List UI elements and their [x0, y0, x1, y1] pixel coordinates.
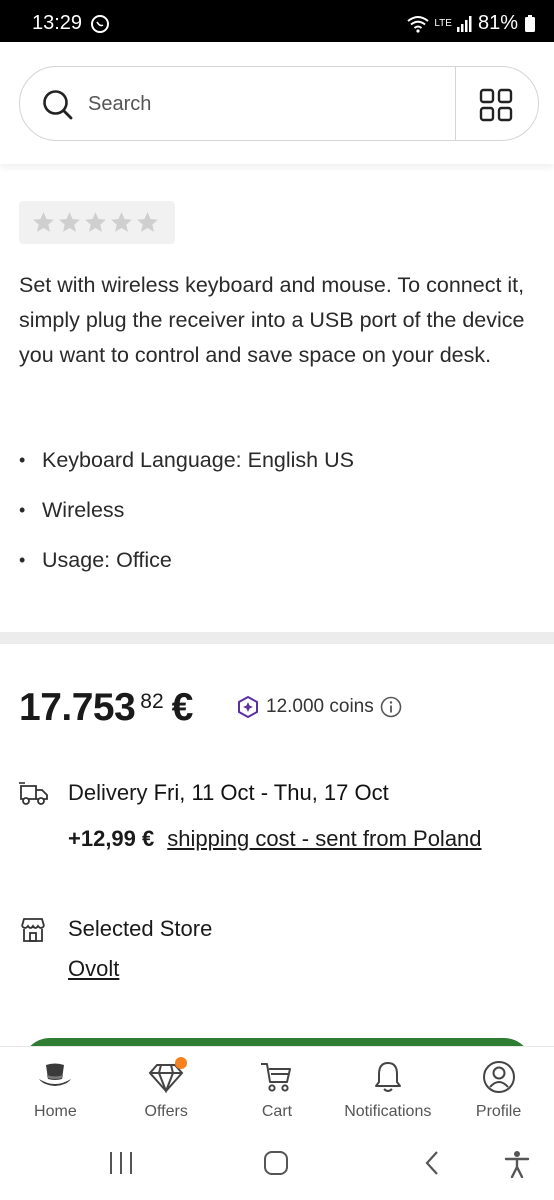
bullet-icon: • — [19, 449, 26, 470]
battery-level: 81% — [477, 12, 518, 34]
grid-icon — [479, 88, 513, 122]
feature-text: Keyboard Language: English US — [42, 447, 354, 472]
info-icon[interactable] — [380, 696, 402, 718]
notification-badge — [174, 1057, 187, 1069]
coins-text: 12.000 coins — [266, 696, 374, 717]
nav-item-offers[interactable]: Offers — [111, 1047, 222, 1130]
home-system-button[interactable] — [263, 1150, 289, 1181]
nav-label: Notifications — [344, 1103, 432, 1120]
cart-icon — [259, 1059, 295, 1095]
wifi-icon — [407, 15, 429, 33]
price-main: 17.753 — [19, 686, 136, 729]
nav-item-cart[interactable]: Cart — [222, 1047, 333, 1130]
shipping-price: +12,99 € — [68, 826, 155, 851]
section-divider — [0, 632, 554, 644]
signal-icons: LTE — [406, 15, 472, 33]
hat-icon — [37, 1059, 73, 1095]
back-system-button[interactable] — [420, 1150, 446, 1181]
nav-label: Offers — [144, 1103, 188, 1120]
home-circle-icon — [264, 1151, 288, 1175]
system-nav-bar — [0, 1130, 554, 1200]
nav-item-profile[interactable]: Profile — [443, 1047, 554, 1130]
list-item: • Keyboard Language: English US — [19, 435, 354, 485]
bottom-nav: Home Offers Cart Notifications Profile — [0, 1046, 554, 1130]
status-right: LTE 81% — [406, 12, 536, 35]
price-currency: € — [171, 686, 194, 729]
selected-store-label: Selected Store — [68, 916, 213, 941]
search-icon[interactable] — [42, 89, 74, 126]
delivery-label: Delivery — [68, 780, 148, 805]
nav-label: Home — [34, 1103, 77, 1120]
bell-icon — [372, 1059, 404, 1095]
store-icon — [19, 916, 47, 949]
nav-item-home[interactable]: Home — [0, 1047, 111, 1130]
profile-icon — [482, 1059, 516, 1095]
search-header — [0, 42, 554, 164]
search-input[interactable] — [88, 89, 448, 119]
star-icon — [33, 212, 54, 232]
search-divider — [455, 67, 456, 140]
delivery-dates: Fri, 11 Oct - Thu, 17 Oct — [153, 780, 389, 805]
star-icon — [111, 212, 132, 232]
status-time: 13:29 — [32, 12, 83, 34]
rating-stars[interactable] — [19, 201, 175, 244]
accessibility-icon — [504, 1151, 530, 1179]
status-bar: 13:29 LTE 81% — [0, 0, 554, 42]
feature-text: Usage: Office — [42, 547, 172, 572]
back-chevron-icon — [425, 1151, 438, 1175]
star-icon — [85, 212, 106, 232]
list-item: • Usage: Office — [19, 535, 354, 585]
nav-label: Profile — [475, 1103, 522, 1120]
coins-reward: 12.000 coins — [236, 695, 402, 719]
delivery-info: Delivery Fri, 11 Oct - Thu, 17 Oct — [68, 780, 389, 806]
bullet-icon: • — [19, 549, 26, 570]
star-icon — [59, 212, 80, 232]
price: 17.753 82 € — [19, 686, 193, 730]
nav-label: Cart — [261, 1103, 293, 1120]
list-item: • Wireless — [19, 485, 354, 535]
star-icon — [137, 212, 158, 232]
categories-grid-button[interactable] — [478, 87, 514, 123]
shipping-info: +12,99 € shipping cost - sent from Polan… — [68, 826, 482, 852]
store-name-link[interactable]: Ovolt — [68, 956, 119, 982]
recent-apps-icon — [110, 1152, 132, 1174]
product-description: Set with wireless keyboard and mouse. To… — [19, 273, 525, 367]
recent-apps-button[interactable] — [108, 1150, 134, 1181]
network-type: LTE — [434, 17, 452, 29]
coin-icon — [238, 695, 258, 719]
delivery-truck-icon — [19, 781, 49, 812]
search-bar[interactable] — [19, 66, 539, 141]
cell-signal-icon — [456, 15, 472, 32]
battery-icon — [525, 14, 535, 32]
nav-item-notifications[interactable]: Notifications — [332, 1047, 443, 1130]
feature-text: Wireless — [42, 497, 125, 522]
feature-list: • Keyboard Language: English US • Wireless… — [19, 435, 354, 585]
bullet-icon: • — [19, 499, 26, 520]
accessibility-button[interactable] — [504, 1150, 530, 1183]
shipping-cost-link[interactable]: shipping cost - sent from Poland — [167, 826, 481, 852]
price-cents: 82 — [140, 690, 164, 713]
chat-app-icon — [90, 14, 110, 39]
